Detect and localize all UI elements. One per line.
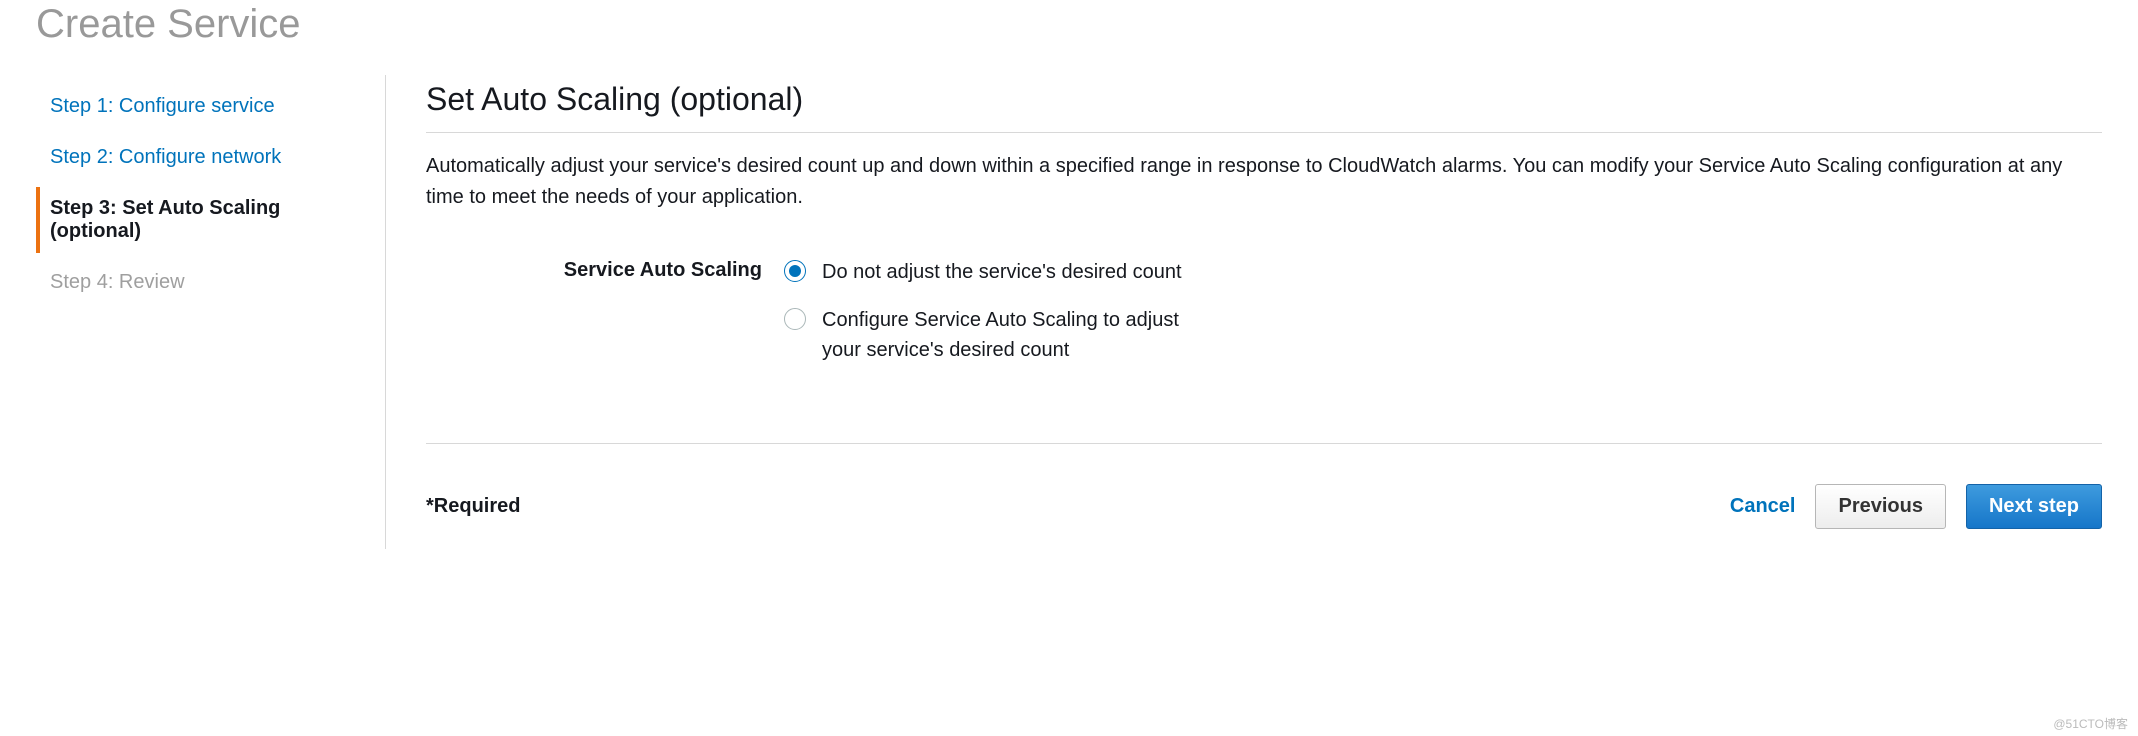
watermark: @51CTO博客: [2053, 715, 2128, 732]
section-title: Set Auto Scaling (optional): [426, 81, 2102, 133]
step-1-configure-service[interactable]: Step 1: Configure service: [36, 85, 385, 128]
page-title: Create Service: [36, 0, 2102, 75]
radio-icon: [784, 260, 806, 282]
radio-label: Configure Service Auto Scaling to adjust…: [822, 305, 1214, 365]
service-auto-scaling-row: Service Auto Scaling Do not adjust the s…: [426, 257, 2102, 383]
footer-actions: Cancel Previous Next step: [1730, 484, 2102, 529]
step-4-review: Step 4: Review: [36, 261, 385, 304]
radio-icon: [784, 308, 806, 330]
wizard-steps-sidebar: Step 1: Configure service Step 2: Config…: [36, 75, 386, 549]
radio-configure-auto-scaling[interactable]: Configure Service Auto Scaling to adjust…: [784, 305, 1214, 365]
cancel-link[interactable]: Cancel: [1730, 495, 1796, 518]
step-2-configure-network[interactable]: Step 2: Configure network: [36, 136, 385, 179]
footer-row: *Required Cancel Previous Next step: [426, 484, 2102, 549]
footer-separator: [426, 443, 2102, 444]
main-content: Set Auto Scaling (optional) Automaticall…: [386, 75, 2102, 549]
radio-do-not-adjust[interactable]: Do not adjust the service's desired coun…: [784, 257, 1214, 287]
next-step-button[interactable]: Next step: [1966, 484, 2102, 529]
service-auto-scaling-label: Service Auto Scaling: [426, 257, 784, 282]
required-note: *Required: [426, 495, 520, 518]
layout: Step 1: Configure service Step 2: Config…: [36, 75, 2102, 549]
radio-label: Do not adjust the service's desired coun…: [822, 257, 1182, 287]
spacer: [426, 383, 2102, 443]
section-description: Automatically adjust your service's desi…: [426, 151, 2102, 213]
previous-button[interactable]: Previous: [1815, 484, 1945, 529]
service-auto-scaling-radio-group: Do not adjust the service's desired coun…: [784, 257, 1214, 383]
step-3-set-auto-scaling[interactable]: Step 3: Set Auto Scaling (optional): [36, 187, 385, 253]
